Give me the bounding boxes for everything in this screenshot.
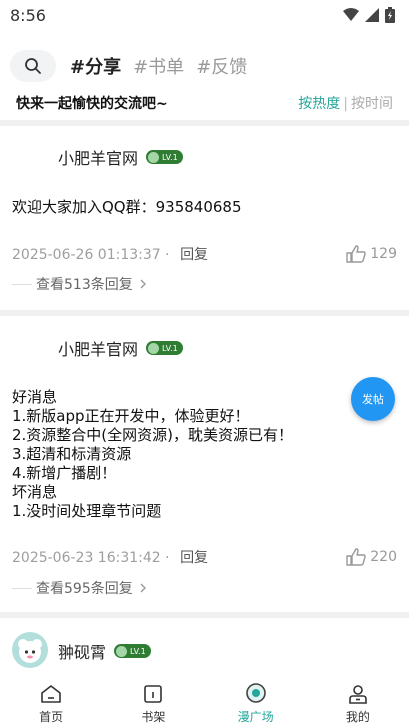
like-count: 129 [370, 246, 397, 262]
leaf-icon [116, 645, 128, 657]
search-button[interactable] [10, 50, 56, 82]
chevron-right-icon [140, 279, 146, 289]
nav-plaza-label: 漫广场 [237, 710, 274, 724]
post-content: 好消息 1.新版app正在开发中，体验更好！ 2.资源整合中(全网资源)，耽美资… [12, 388, 294, 520]
post-header: 小肥羊官网 LV.1 [58, 145, 183, 169]
battery-icon [385, 7, 395, 23]
chevron-right-icon [140, 583, 146, 593]
bookshelf-icon [144, 685, 163, 703]
search-icon [25, 58, 41, 74]
level-text: LV.1 [162, 343, 178, 353]
meta-dot: · [165, 247, 170, 263]
leaf-icon [148, 151, 160, 163]
thumbs-up-icon [346, 548, 366, 566]
profile-icon [349, 685, 367, 704]
wifi-icon [343, 8, 359, 21]
level-badge: LV.1 [146, 341, 183, 355]
post-date: 2025-06-26 01:13:37 [12, 247, 161, 263]
sort-switch: 按热度 | 按时间 [298, 93, 393, 113]
like-count: 220 [370, 549, 397, 565]
post-meta: 2025-06-26 01:13:37 · 回复 129 [12, 244, 397, 264]
nav-profile-label: 我的 [345, 710, 370, 724]
like-button[interactable]: 129 [346, 245, 397, 263]
tab-booklist[interactable]: #书单 [133, 53, 184, 79]
sheep-avatar-icon [18, 639, 42, 663]
leaf-icon [148, 342, 160, 354]
reply-line [12, 587, 32, 589]
new-post-button[interactable]: 发帖 [351, 377, 395, 421]
subheader: 快来一起愉快的交流吧~ 按热度 | 按时间 [0, 90, 409, 116]
status-bar: 8:56 [0, 0, 409, 30]
thumbs-up-icon [346, 245, 366, 263]
view-replies-link[interactable]: 查看595条回复 [12, 578, 149, 598]
author-name[interactable]: 小肥羊官网 [58, 145, 138, 169]
level-badge: LV.1 [114, 644, 151, 658]
post-header: 翀砚霄 LV.1 [58, 639, 151, 663]
nav-home-label: 首页 [39, 710, 64, 724]
signal-icon [365, 8, 379, 22]
view-replies-text: 查看513条回复 [36, 277, 133, 293]
post-date: 2025-06-23 16:31:42 [12, 550, 161, 566]
view-replies-link[interactable]: 查看513条回复 [12, 274, 149, 294]
top-bar: #分享 #书单 #反馈 [0, 48, 409, 84]
post-meta: 2025-06-23 16:31:42 · 回复 220 [12, 547, 397, 567]
post-header: 小肥羊官网 LV.1 [58, 336, 183, 360]
reply-button[interactable]: 回复 [180, 247, 208, 263]
author-name[interactable]: 翀砚霄 [58, 639, 106, 663]
post-card[interactable]: 小肥羊官网 LV.1 欢迎大家加入QQ群：935840685 2025-06-2… [0, 126, 409, 310]
status-icons [343, 7, 395, 23]
nav-bookshelf[interactable]: 书架 [102, 677, 204, 727]
home-icon [41, 685, 61, 703]
nav-profile[interactable]: 我的 [307, 677, 409, 727]
level-text: LV.1 [162, 152, 178, 162]
post-card[interactable]: 小肥羊官网 LV.1 好消息 1.新版app正在开发中，体验更好！ 2.资源整合… [0, 316, 409, 612]
level-text: LV.1 [130, 646, 146, 656]
tab-share[interactable]: #分享 [70, 53, 121, 79]
avatar[interactable] [12, 632, 48, 668]
subheader-title: 快来一起愉快的交流吧~ [16, 96, 168, 112]
status-time: 8:56 [10, 5, 46, 25]
new-post-label: 发帖 [362, 393, 384, 406]
post-card[interactable]: 翀砚霄 LV.1 [0, 618, 409, 677]
level-badge: LV.1 [146, 150, 183, 164]
post-content: 欢迎大家加入QQ群：935840685 [12, 198, 242, 216]
tab-feedback[interactable]: #反馈 [196, 53, 247, 79]
nav-bookshelf-label: 书架 [141, 710, 166, 724]
reply-button[interactable]: 回复 [180, 550, 208, 566]
bottom-nav: 首页 书架 漫广场 我的 [0, 677, 409, 727]
meta-dot: · [165, 550, 170, 566]
topic-tabs: #分享 #书单 #反馈 [70, 53, 247, 79]
sort-by-hot[interactable]: 按热度 [298, 96, 340, 112]
nav-plaza[interactable]: 漫广场 [205, 677, 307, 727]
view-replies-text: 查看595条回复 [36, 581, 133, 597]
like-button[interactable]: 220 [346, 548, 397, 566]
sort-separator: | [343, 96, 348, 112]
author-name[interactable]: 小肥羊官网 [58, 336, 138, 360]
sort-by-time[interactable]: 按时间 [351, 96, 393, 112]
reply-line [12, 283, 32, 285]
plaza-icon [245, 683, 266, 703]
nav-home[interactable]: 首页 [0, 677, 102, 727]
